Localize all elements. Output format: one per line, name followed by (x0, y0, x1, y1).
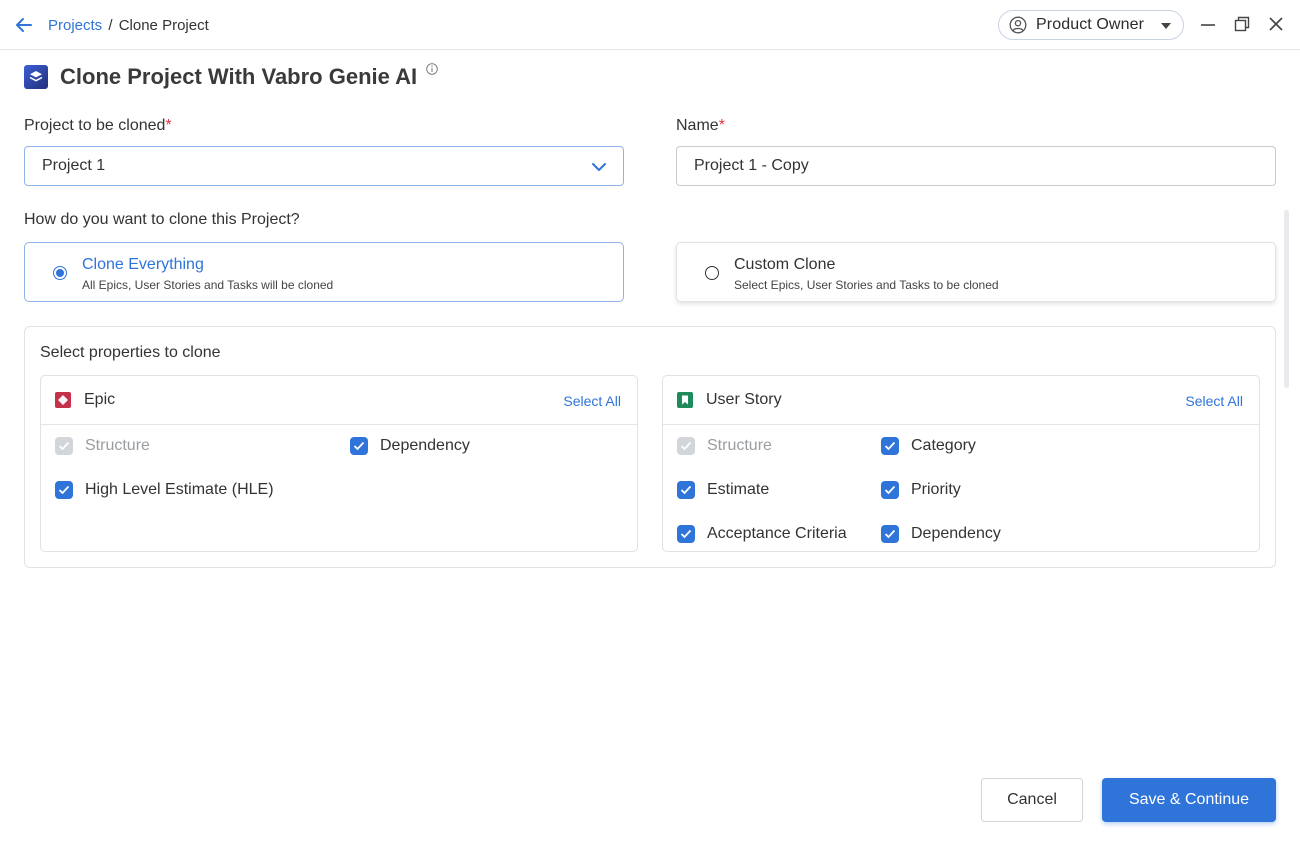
checkbox-label: Structure (85, 437, 150, 454)
project-label-text: Project to be cloned (24, 117, 166, 134)
story-acceptance-criteria-checkbox[interactable]: Acceptance Criteria (677, 524, 847, 544)
story-structure-checkbox[interactable]: Structure (677, 436, 772, 456)
role-label: Product Owner (1036, 16, 1145, 33)
breadcrumb: Projects / Clone Project (48, 17, 209, 34)
checkbox-icon (881, 525, 899, 543)
story-priority-checkbox[interactable]: Priority (881, 480, 961, 500)
epic-icon (55, 392, 71, 408)
checkbox-label: Dependency (380, 437, 470, 454)
checkbox-label: Estimate (707, 481, 770, 498)
checkbox-icon (55, 437, 73, 455)
option-description: Select Epics, User Stories and Tasks to … (734, 278, 999, 292)
epic-hle-checkbox[interactable]: High Level Estimate (HLE) (55, 480, 274, 500)
checkbox-icon (677, 525, 695, 543)
user-story-icon (677, 392, 693, 408)
project-field-label: Project to be cloned* (24, 117, 172, 135)
epic-structure-checkbox[interactable]: Structure (55, 436, 150, 456)
custom-clone-option[interactable]: Custom Clone Select Epics, User Stories … (676, 242, 1276, 302)
user-story-card-header: User Story Select All (663, 376, 1259, 425)
checkbox-label: Structure (707, 437, 772, 454)
custom-clone-radio[interactable] (705, 266, 719, 280)
checkbox-icon (55, 481, 73, 499)
checkbox-label: Priority (911, 481, 961, 498)
breadcrumb-separator: / (108, 17, 113, 34)
name-input[interactable] (676, 146, 1276, 186)
clone-question: How do you want to clone this Project? (24, 211, 300, 228)
breadcrumb-current: Clone Project (118, 17, 209, 34)
required-mark: * (165, 117, 172, 134)
checkbox-label: High Level Estimate (HLE) (85, 481, 274, 498)
user-story-card-title: User Story (706, 391, 782, 408)
properties-panel: Select properties to clone Epic Select A… (24, 326, 1276, 568)
checkbox-icon (677, 437, 695, 455)
user-circle-icon (1009, 16, 1027, 34)
option-title: Custom Clone (734, 256, 836, 273)
epic-properties-card: Epic Select All Structure Dependency Hig… (40, 375, 638, 552)
checkbox-icon (350, 437, 368, 455)
option-description: All Epics, User Stories and Tasks will b… (82, 278, 334, 292)
name-field-label: Name* (676, 117, 725, 135)
clone-everything-radio[interactable] (53, 266, 67, 280)
chevron-down-icon (592, 163, 606, 171)
breadcrumb-projects-link[interactable]: Projects (48, 17, 102, 34)
epic-card-title: Epic (84, 391, 116, 408)
scrollbar[interactable] (1284, 210, 1289, 388)
checkbox-label: Dependency (911, 525, 1001, 542)
role-selector[interactable]: Product Owner (998, 10, 1184, 40)
minimize-icon[interactable] (1200, 16, 1216, 32)
project-select[interactable]: Project 1 (24, 146, 624, 186)
epic-card-header: Epic Select All (41, 376, 637, 425)
epic-select-all-link[interactable]: Select All (563, 393, 621, 409)
epic-dependency-checkbox[interactable]: Dependency (350, 436, 470, 456)
cancel-button[interactable]: Cancel (981, 778, 1083, 822)
save-continue-button[interactable]: Save & Continue (1102, 778, 1276, 822)
checkbox-label: Acceptance Criteria (707, 525, 847, 542)
project-select-value: Project 1 (42, 157, 106, 174)
restore-icon[interactable] (1234, 16, 1250, 32)
clone-everything-option[interactable]: Clone Everything All Epics, User Stories… (24, 242, 624, 302)
story-dependency-checkbox[interactable]: Dependency (881, 524, 1001, 544)
user-story-select-all-link[interactable]: Select All (1185, 393, 1243, 409)
page-title: Clone Project With Vabro Genie AI (60, 64, 418, 89)
properties-title: Select properties to clone (40, 344, 221, 361)
close-icon[interactable] (1268, 16, 1284, 32)
required-mark: * (718, 117, 725, 134)
checkbox-label: Category (911, 437, 976, 454)
project-layers-icon (24, 65, 48, 89)
back-arrow-icon[interactable] (14, 15, 34, 35)
info-icon[interactable] (426, 63, 438, 75)
user-story-properties-card: User Story Select All Structure Category… (662, 375, 1260, 552)
story-category-checkbox[interactable]: Category (881, 436, 976, 456)
option-title: Clone Everything (82, 256, 204, 273)
checkbox-icon (677, 481, 695, 499)
checkbox-icon (881, 481, 899, 499)
top-bar: Projects / Clone Project Product Owner (0, 0, 1300, 50)
name-label-text: Name (676, 117, 719, 134)
checkbox-icon (881, 437, 899, 455)
story-estimate-checkbox[interactable]: Estimate (677, 480, 769, 500)
caret-down-icon (1161, 23, 1171, 29)
